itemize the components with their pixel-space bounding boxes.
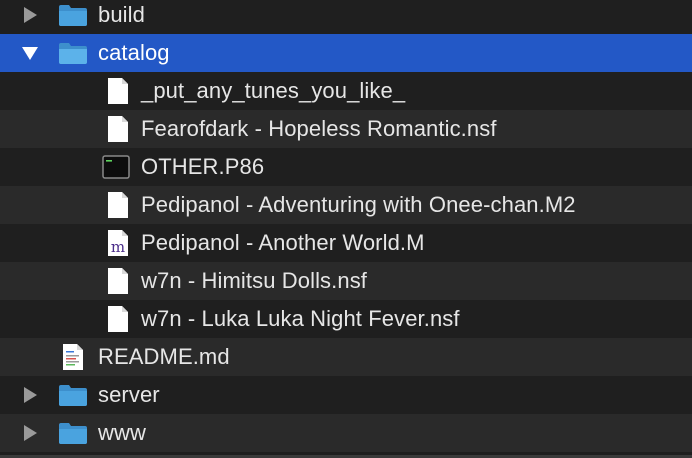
folder-icon — [58, 39, 88, 67]
tree-item-label: catalog — [98, 40, 170, 65]
tree-item-label: build — [98, 2, 145, 27]
terminal-icon — [101, 153, 131, 181]
tree-row-server[interactable]: server — [0, 376, 692, 414]
file-tree: build catalog _put_any_tunes_you_like_ F… — [0, 0, 692, 458]
tree-item-label: server — [98, 382, 160, 407]
tree-row-file[interactable]: Fearofdark - Hopeless Romantic.nsf — [0, 110, 692, 148]
folder-icon — [58, 419, 88, 447]
folder-icon — [58, 1, 88, 29]
tree-item-label: Pedipanol - Another World.M — [141, 230, 425, 255]
tree-item-label: Fearofdark - Hopeless Romantic.nsf — [141, 116, 497, 141]
tree-row-file[interactable]: w7n - Luka Luka Night Fever.nsf — [0, 300, 692, 338]
disclosure-collapsed-icon[interactable] — [20, 5, 40, 25]
tree-item-label: OTHER.P86 — [141, 154, 265, 179]
tree-item-label: w7n - Himitsu Dolls.nsf — [141, 268, 368, 293]
disclosure-collapsed-icon[interactable] — [20, 385, 40, 405]
tree-row-file[interactable]: _put_any_tunes_you_like_ — [0, 72, 692, 110]
m-file-icon: m — [103, 229, 133, 257]
tree-row-file[interactable]: OTHER.P86 — [0, 148, 692, 186]
document-icon — [103, 267, 133, 295]
tree-row-catalog[interactable]: catalog — [0, 34, 692, 72]
tree-item-label: Pedipanol - Adventuring with Onee-chan.M… — [141, 192, 576, 217]
disclosure-collapsed-icon[interactable] — [20, 423, 40, 443]
svg-text:m: m — [111, 238, 125, 256]
tree-item-label: www — [98, 420, 146, 445]
tree-item-label: _put_any_tunes_you_like_ — [141, 78, 406, 103]
text-document-icon — [58, 343, 88, 371]
tree-row-file[interactable]: w7n - Himitsu Dolls.nsf — [0, 262, 692, 300]
tree-item-label: w7n - Luka Luka Night Fever.nsf — [141, 306, 460, 331]
document-icon — [103, 77, 133, 105]
document-icon — [103, 115, 133, 143]
tree-item-label: README.md — [98, 344, 230, 369]
tree-row-file[interactable]: Pedipanol - Adventuring with Onee-chan.M… — [0, 186, 692, 224]
tree-row-build[interactable]: build — [0, 0, 692, 34]
tree-row-readme[interactable]: README.md — [0, 338, 692, 376]
tree-row-file[interactable]: m Pedipanol - Another World.M — [0, 224, 692, 262]
disclosure-expanded-icon[interactable] — [20, 43, 40, 63]
document-icon — [103, 191, 133, 219]
folder-icon — [58, 381, 88, 409]
tree-row-www[interactable]: www — [0, 414, 692, 452]
document-icon — [103, 305, 133, 333]
